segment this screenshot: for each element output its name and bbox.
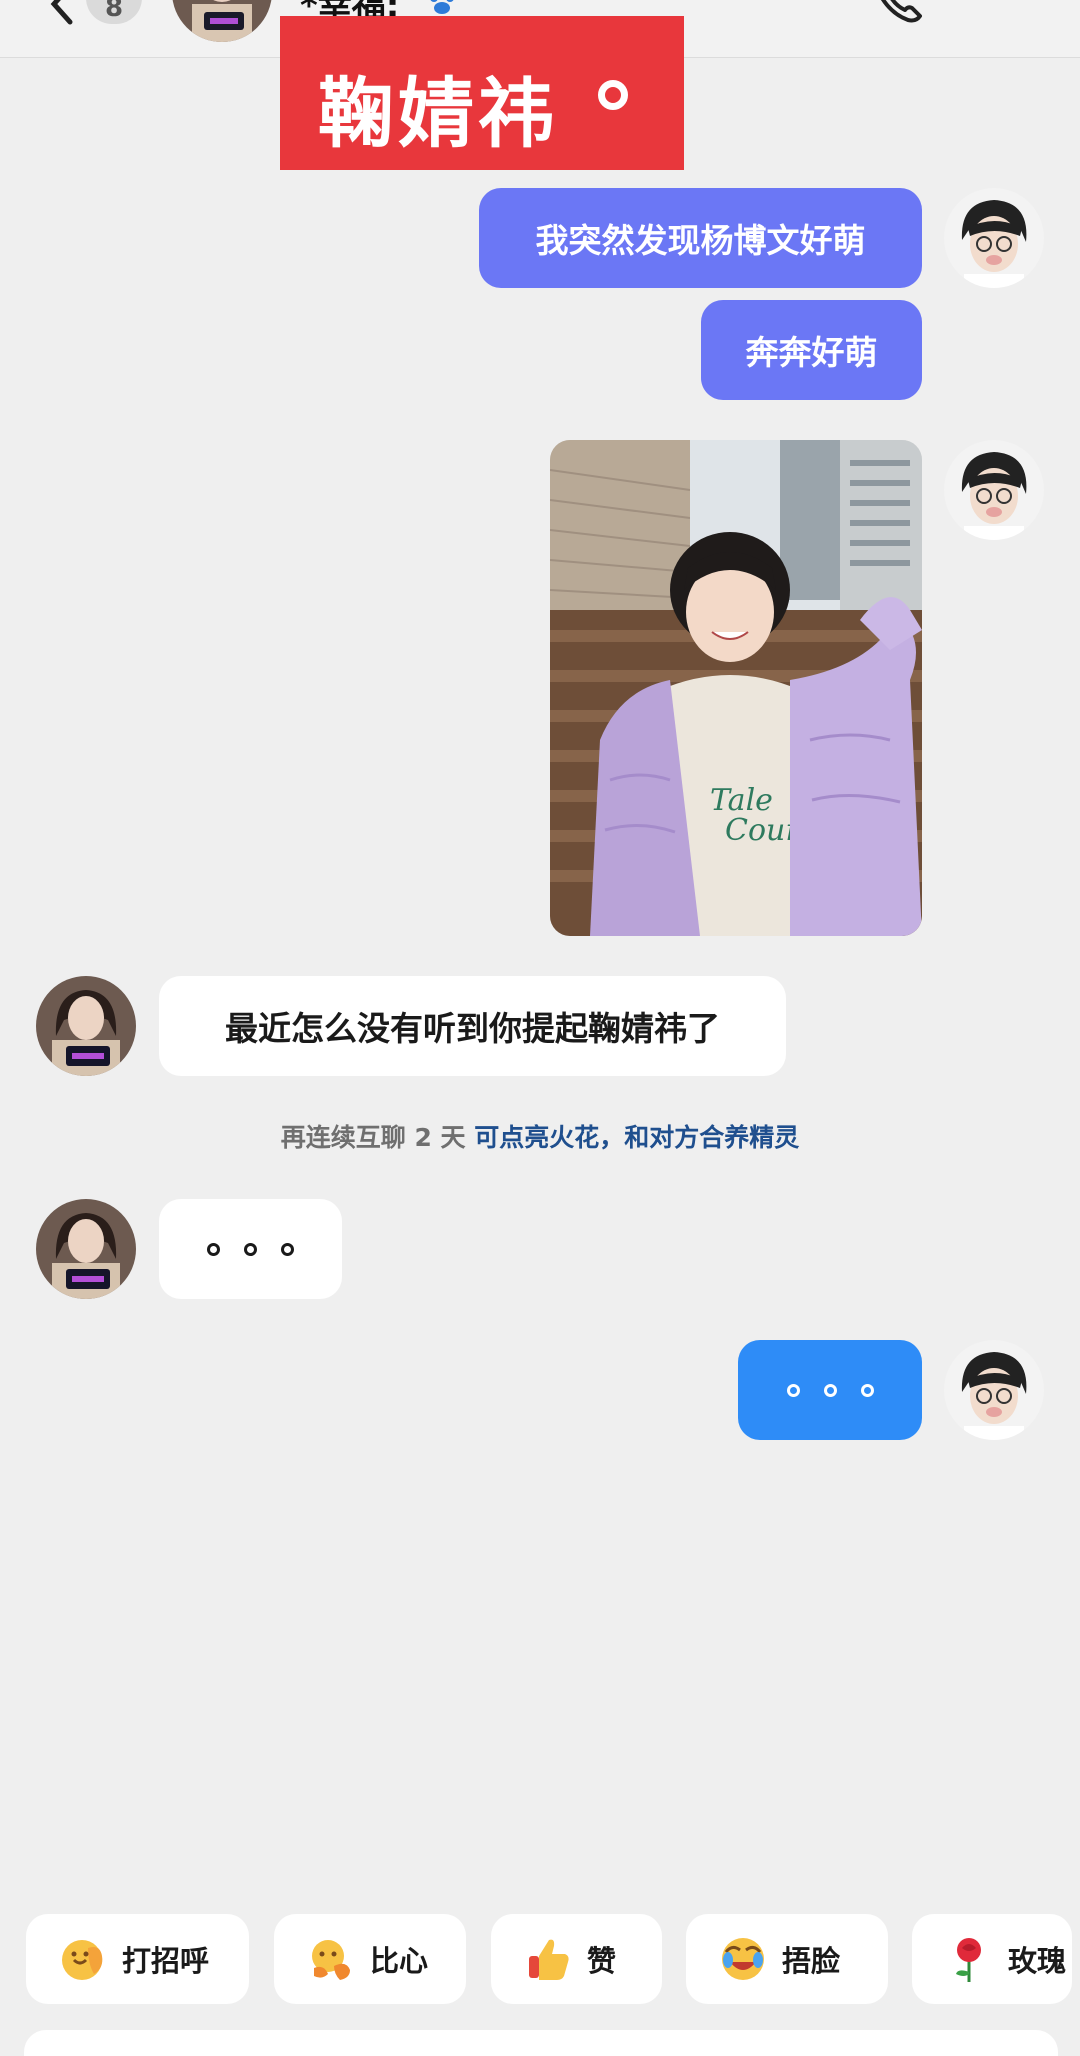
message-input-bar[interactable] [24,2030,1058,2056]
quick-reply-chip-like[interactable]: 赞 [491,1914,662,2004]
title-overlay-banner: 鞠婧祎 [280,16,684,170]
quick-reply-chip-greet[interactable]: 打招呼 [26,1914,249,2004]
chip-label: 比心 [370,1944,429,1978]
chat-screen: 8 *幸福: 鞠婧祎 我突然发现杨博文好萌 奔奔好萌 Tale Courts 最… [0,0,1080,2056]
tip-link[interactable]: 可点亮火花，和对方合养精灵 [474,1123,799,1152]
ellipsis-icon [207,1242,294,1256]
waving-hand-emoji-icon [62,1940,103,1980]
quick-reply-chip-heart[interactable]: 比心 [274,1914,466,2004]
outgoing-message-bubble[interactable]: 奔奔好萌 [701,300,922,400]
message-text: 我突然发现杨博文好萌 [535,221,866,260]
unread-count-badge[interactable]: 8 [86,0,142,24]
outgoing-message-bubble[interactable]: 我突然发现杨博文好萌 [479,188,922,288]
thumbs-up-emoji-icon [529,1939,569,1980]
incoming-message-bubble[interactable]: 最近怎么没有听到你提起鞠婧祎了 [159,976,786,1076]
contact-avatar[interactable] [172,0,272,42]
message-text: 奔奔好萌 [745,333,878,372]
heart-hands-emoji-icon [312,1940,350,1980]
back-arrow-icon[interactable] [40,0,84,26]
contact-avatar[interactable] [36,1199,136,1299]
message-text: 最近怎么没有听到你提起鞠婧祎了 [225,1009,720,1048]
contact-avatar[interactable] [36,976,136,1076]
chip-label: 打招呼 [122,1944,210,1978]
rose-emoji-icon [956,1938,981,1982]
phone-call-icon[interactable] [870,0,926,26]
my-avatar[interactable] [944,1340,1044,1440]
paw-icon [430,0,454,14]
incoming-ellipsis-message[interactable] [159,1199,342,1299]
quick-reply-chip-facepalm[interactable]: 捂脸 [686,1914,888,2004]
my-avatar[interactable] [944,440,1044,540]
tip-text: 再连续互聊 2 天 [280,1123,475,1152]
my-avatar[interactable] [944,188,1044,288]
spark-streak-tip: 再连续互聊 2 天 可点亮火花，和对方合养精灵 [0,1118,1080,1154]
chip-label: 捂脸 [782,1944,841,1978]
ellipsis-icon [786,1383,874,1397]
outgoing-ellipsis-message[interactable] [738,1340,922,1440]
more-options-icon[interactable] [970,0,1040,6]
outgoing-photo-message[interactable]: Tale Courts [550,440,922,936]
chip-label: 赞 [587,1944,617,1978]
overlay-circle-mark [598,80,628,110]
quick-reply-chip-rose[interactable]: 玫瑰 [912,1914,1072,2004]
overlay-title: 鞠婧祎 [318,69,558,158]
chip-label: 玫瑰 [1008,1944,1067,1978]
facepalm-laughing-emoji-icon [722,1938,764,1980]
